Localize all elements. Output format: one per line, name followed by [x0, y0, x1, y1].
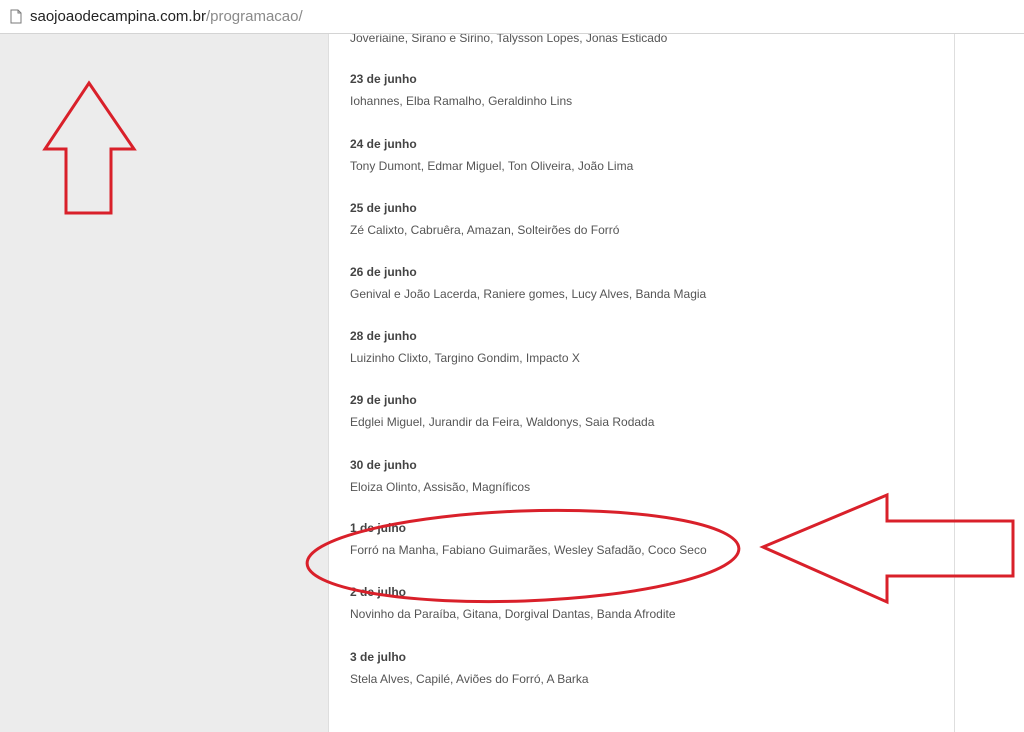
entry-artists: Tony Dumont, Edmar Miguel, Ton Oliveira,… [350, 159, 634, 173]
entry-artists: Novinho da Paraíba, Gitana, Dorgival Dan… [350, 607, 676, 621]
page-icon [10, 9, 22, 24]
entry-date: 24 de junho [350, 137, 417, 151]
entry-artists: Iohannes, Elba Ramalho, Geraldinho Lins [350, 94, 573, 108]
entry-artists: Eloiza Olinto, Assisão, Magníficos [350, 480, 531, 494]
schedule-content: Joveriaine, Sirano e Sirino, Talysson Lo… [328, 34, 955, 732]
schedule-entry: 25 de junho Zé Calixto, Cabruêra, Amazan… [350, 201, 619, 237]
entry-date: 28 de junho [350, 329, 417, 343]
url-path: /programacao/ [205, 8, 303, 25]
entry-artists: Stela Alves, Capilé, Aviões do Forró, A … [350, 672, 589, 686]
schedule-entry: 26 de junho Genival e João Lacerda, Rani… [350, 265, 706, 301]
entry-artists: Edglei Miguel, Jurandir da Feira, Waldon… [350, 415, 655, 429]
entry-date: 30 de junho [350, 458, 417, 472]
url-domain: saojoaodecampina.com.br [30, 8, 206, 25]
entry-date: 2 de julho [350, 585, 407, 599]
entry-date: 23 de junho [350, 72, 417, 86]
entry-artists: Genival e João Lacerda, Raniere gomes, L… [350, 287, 707, 301]
entry-date: 25 de junho [350, 201, 417, 215]
right-margin [955, 34, 1024, 732]
schedule-entry: 30 de junho Eloiza Olinto, Assisão, Magn… [350, 458, 530, 494]
entry-artists: Joveriaine, Sirano e Sirino, Talysson Lo… [350, 34, 668, 45]
entry-date: 26 de junho [350, 265, 417, 279]
entry-artists: Forró na Manha, Fabiano Guimarães, Wesle… [350, 543, 707, 557]
address-bar[interactable]: saojoaodecampina.com.br/programacao/ [0, 0, 1024, 34]
schedule-entry-cut: Joveriaine, Sirano e Sirino, Talysson Lo… [350, 34, 667, 45]
schedule-entry: 3 de julho Stela Alves, Capilé, Aviões d… [350, 650, 589, 686]
up-arrow-icon [42, 80, 137, 215]
entry-artists: Zé Calixto, Cabruêra, Amazan, Solteirões… [350, 223, 620, 237]
schedule-entry: 28 de junho Luizinho Clixto, Targino Gon… [350, 329, 580, 365]
schedule-entry: 29 de junho Edglei Miguel, Jurandir da F… [350, 393, 654, 429]
url-text[interactable]: saojoaodecampina.com.br/programacao/ [30, 8, 303, 26]
entry-artists: Luizinho Clixto, Targino Gondim, Impacto… [350, 351, 580, 365]
schedule-entry: 2 de julho Novinho da Paraíba, Gitana, D… [350, 585, 676, 621]
entry-date: 29 de junho [350, 393, 417, 407]
schedule-entry: 24 de junho Tony Dumont, Edmar Miguel, T… [350, 137, 633, 173]
schedule-entry: 23 de junho Iohannes, Elba Ramalho, Gera… [350, 72, 572, 108]
entry-date: 1 de julho [350, 521, 407, 535]
entry-date: 3 de julho [350, 650, 407, 664]
schedule-entry-highlighted: 1 de julho Forró na Manha, Fabiano Guima… [350, 521, 707, 557]
